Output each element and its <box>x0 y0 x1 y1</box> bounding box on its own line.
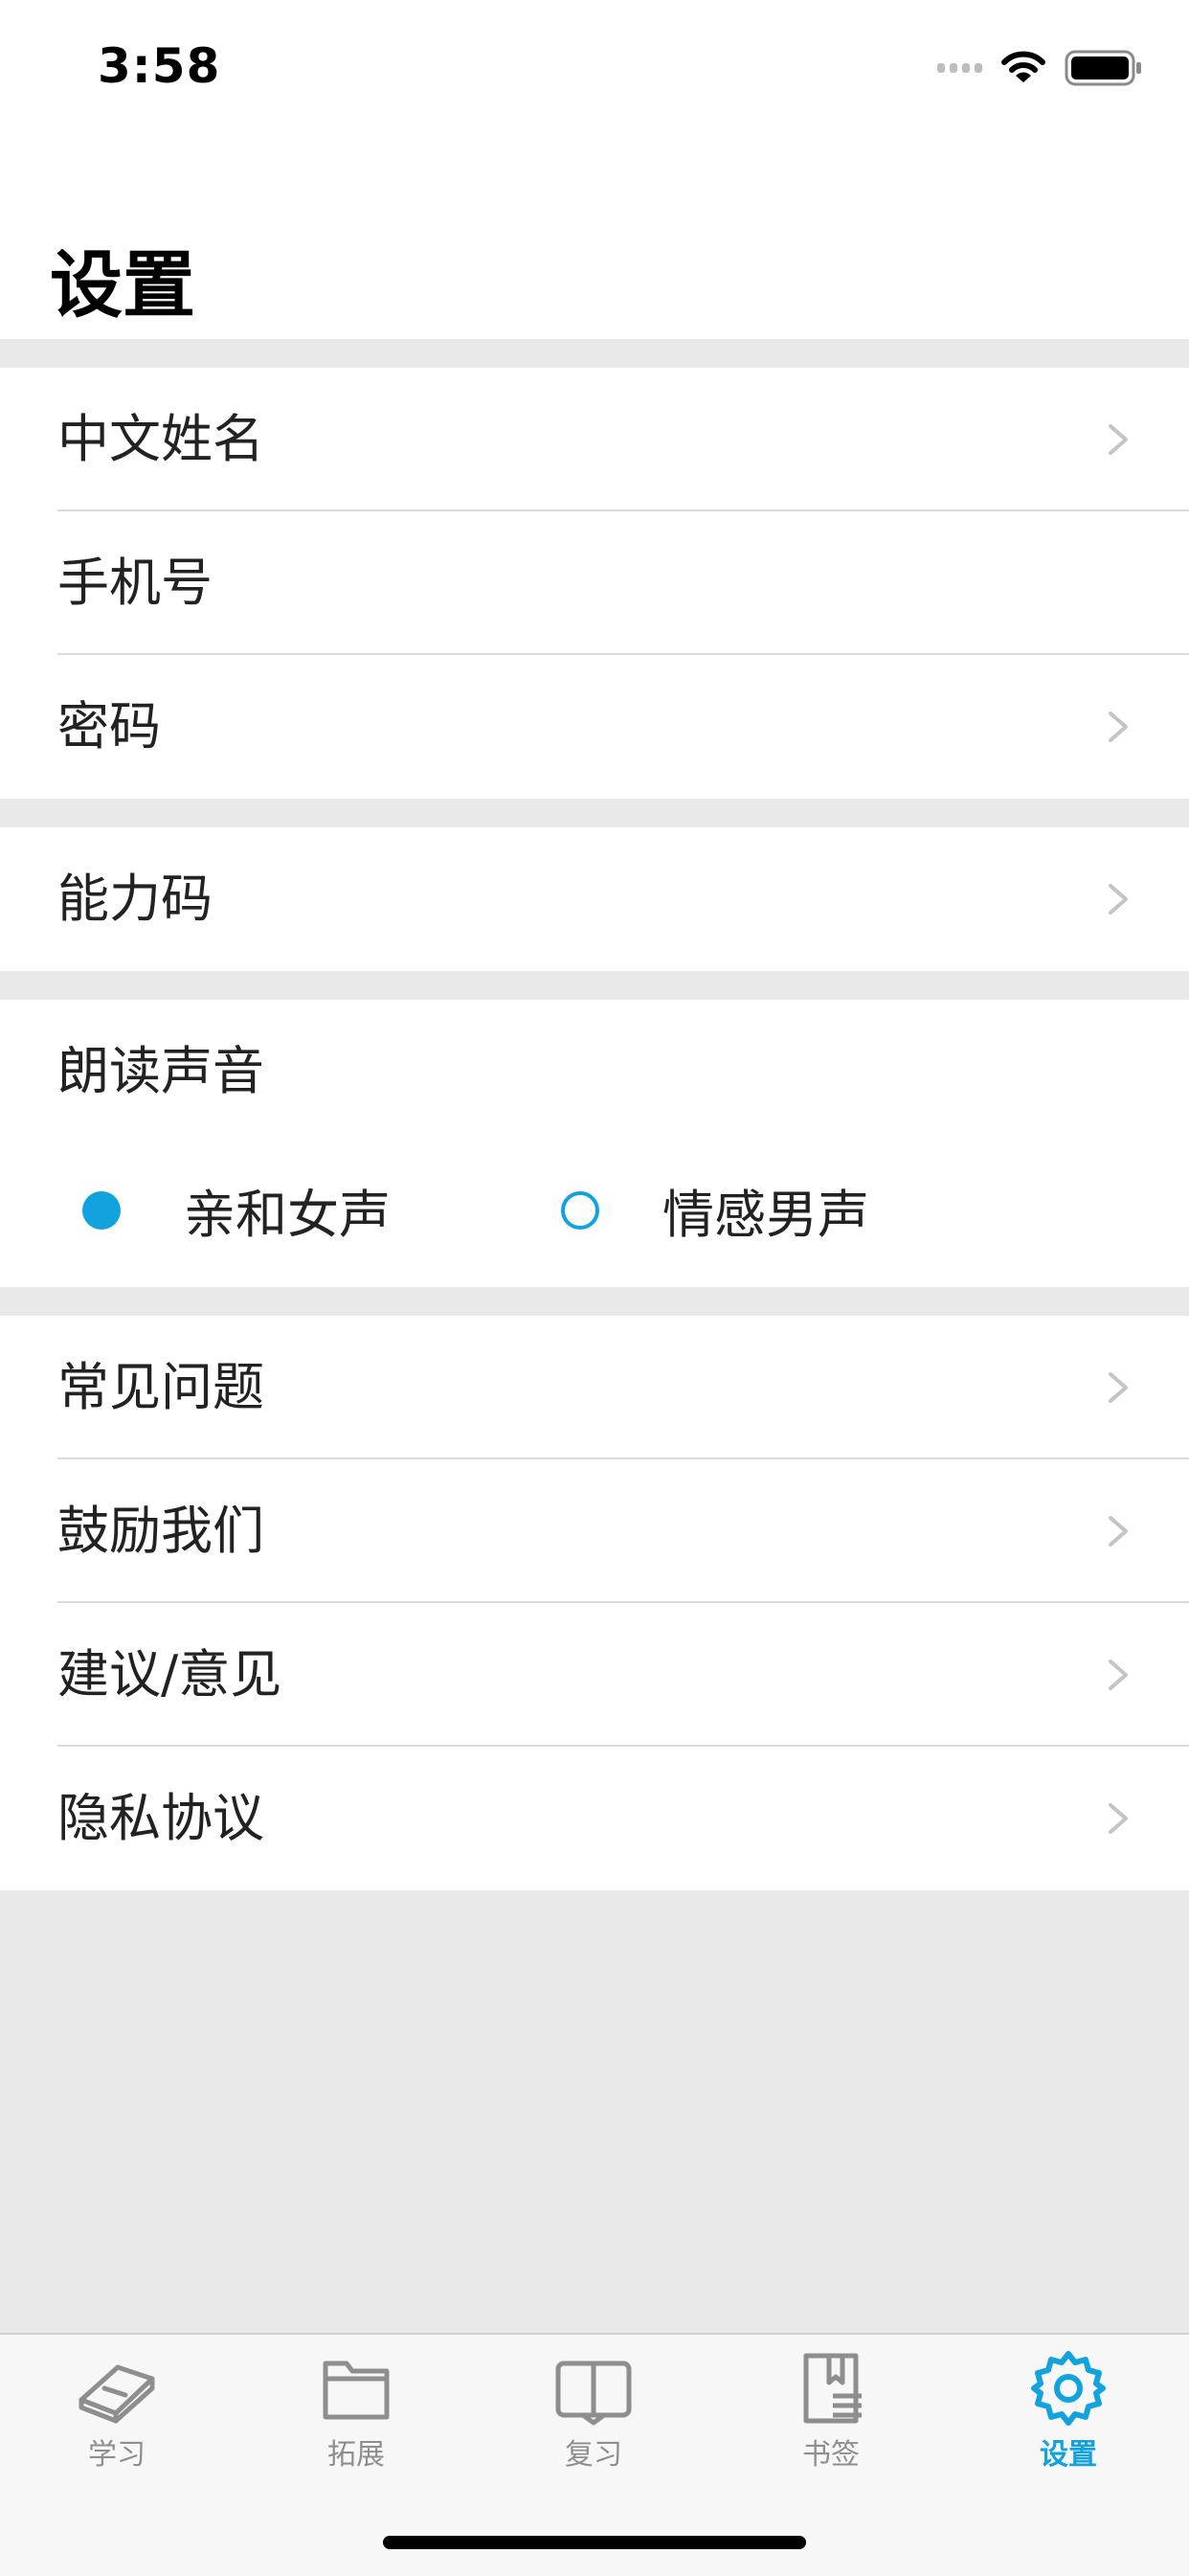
chevron-right-icon <box>1109 712 1128 742</box>
bookmark-icon <box>803 2353 862 2424</box>
row-label: 鼓励我们 <box>57 1501 264 1561</box>
tab-review[interactable]: 复习 <box>527 2350 661 2473</box>
row-label: 建议/意见 <box>57 1644 282 1705</box>
tab-label: 拓展 <box>327 2438 385 2472</box>
cellular-signal-icon <box>937 63 982 73</box>
notebook-icon <box>79 2364 155 2424</box>
row-label: 手机号 <box>57 553 213 613</box>
page-title: 设置 <box>50 242 195 328</box>
status-icons <box>937 50 1143 86</box>
chevron-right-icon <box>1109 424 1128 455</box>
wifi-icon <box>1001 51 1045 82</box>
radio-checked-icon[interactable] <box>82 1190 121 1230</box>
radio-label: 亲和女声 <box>184 1185 391 1245</box>
tab-label: 设置 <box>1040 2438 1097 2472</box>
faq-row[interactable]: 常见问题 <box>0 1316 1189 1459</box>
voice-option-female[interactable]: 亲和女声 <box>82 1172 391 1248</box>
home-indicator[interactable] <box>383 2536 806 2549</box>
voice-section-title: 朗读声音 <box>57 1041 264 1101</box>
tab-label: 书签 <box>802 2438 860 2472</box>
header-area: 3:58 设置 <box>0 0 1189 339</box>
chevron-right-icon <box>1109 1660 1128 1690</box>
chevron-right-icon <box>1109 884 1128 915</box>
tab-label: 复习 <box>565 2438 622 2472</box>
tab-label: 学习 <box>88 2438 146 2472</box>
phone-row[interactable]: 手机号 <box>0 511 1189 655</box>
password-row[interactable]: 密码 <box>0 655 1189 799</box>
voice-option-male[interactable]: 情感男声 <box>561 1172 869 1248</box>
gear-icon <box>1031 2351 1106 2426</box>
battery-icon <box>1065 50 1141 86</box>
chevron-right-icon <box>1109 1372 1128 1403</box>
ability-section: 能力码 <box>0 827 1189 971</box>
row-label: 能力码 <box>57 869 213 929</box>
voice-section: 朗读声音 亲和女声 情感男声 <box>0 1000 1189 1287</box>
tab-settings[interactable]: 设置 <box>1001 2350 1135 2473</box>
voice-title-row: 朗读声音 <box>0 1000 1189 1143</box>
row-label: 密码 <box>57 696 161 757</box>
tab-study[interactable]: 学习 <box>50 2350 184 2473</box>
radio-label: 情感男声 <box>662 1185 869 1245</box>
misc-section: 常见问题 鼓励我们 建议/意见 隐私协议 <box>0 1316 1189 1890</box>
row-label: 常见问题 <box>57 1357 264 1417</box>
row-label: 中文姓名 <box>57 409 264 469</box>
row-label: 隐私协议 <box>57 1788 264 1848</box>
feedback-row[interactable]: 建议/意见 <box>0 1603 1189 1747</box>
chevron-right-icon <box>1109 1516 1128 1547</box>
status-time: 3:58 <box>98 38 221 94</box>
chinese-name-row[interactable]: 中文姓名 <box>0 368 1189 511</box>
chevron-right-icon <box>1109 1803 1128 1834</box>
privacy-row[interactable]: 隐私协议 <box>0 1747 1189 1890</box>
encourage-row[interactable]: 鼓励我们 <box>0 1459 1189 1603</box>
account-section: 中文姓名 手机号 密码 <box>0 368 1189 799</box>
radio-unchecked-icon[interactable] <box>561 1190 599 1230</box>
ability-code-row[interactable]: 能力码 <box>0 827 1189 971</box>
folder-icon <box>323 2361 390 2420</box>
open-book-icon <box>555 2361 632 2426</box>
tab-expand[interactable]: 拓展 <box>289 2350 423 2473</box>
tab-bookmark[interactable]: 书签 <box>764 2350 898 2473</box>
